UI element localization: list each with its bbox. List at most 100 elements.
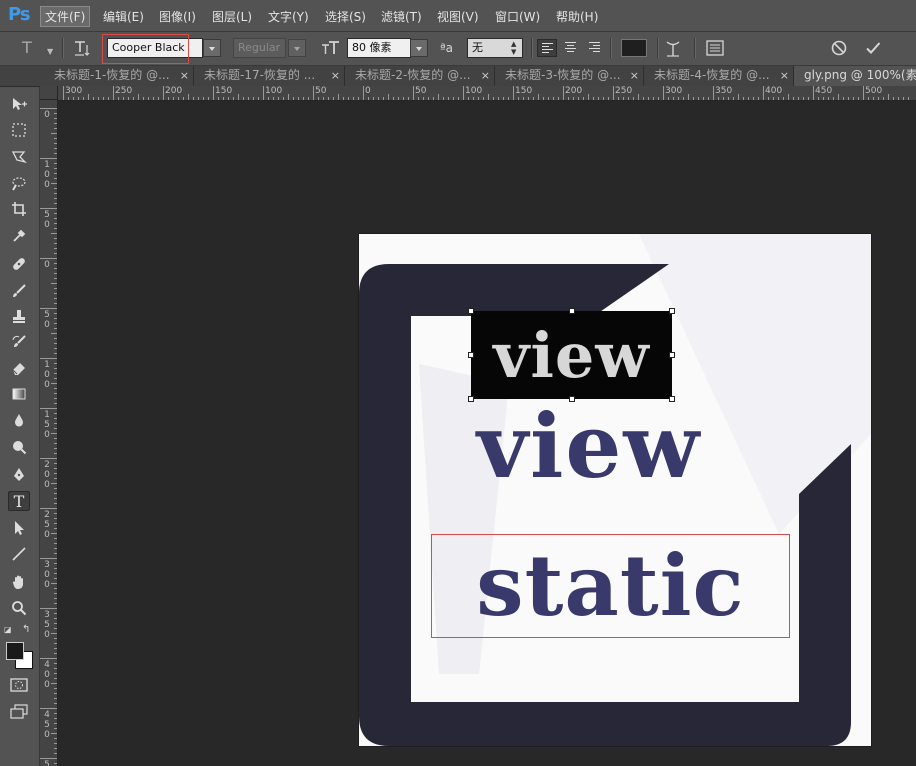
type-tool-icon[interactable]: T: [8, 491, 30, 511]
menu-image[interactable]: 图像(I): [159, 8, 196, 25]
document-tab-active[interactable]: gly.png @ 100%(素...: [794, 66, 916, 86]
font-family-dropdown[interactable]: [203, 39, 221, 57]
zoom-tool-icon[interactable]: [8, 598, 30, 618]
document-tab[interactable]: 未标题-2-恢复的 @... ×: [345, 66, 495, 86]
transform-handle[interactable]: [669, 308, 675, 314]
font-size-field[interactable]: 80 像素: [347, 38, 411, 58]
horizontal-ruler[interactable]: 300 250 200 150 100 50 0 50 100 150 200 250 300 350 40…: [58, 86, 916, 101]
type-tool-preset-icon[interactable]: T: [22, 40, 32, 56]
chevron-updown-icon[interactable]: ▲ ▼: [511, 40, 516, 56]
ruler-tick: [603, 97, 604, 100]
close-icon[interactable]: ×: [630, 66, 639, 85]
align-left-button[interactable]: [537, 39, 557, 57]
transform-handle[interactable]: [468, 308, 474, 314]
cancel-edit-icon[interactable]: [830, 39, 848, 62]
swap-colors-icon[interactable]: ↰: [22, 624, 30, 635]
text-orientation-icon[interactable]: [73, 40, 91, 62]
marquee-tool-icon[interactable]: [8, 120, 30, 140]
ruler-tick: [303, 97, 304, 100]
close-icon[interactable]: ×: [481, 66, 490, 85]
brush-tool-icon[interactable]: [8, 281, 30, 301]
eraser-tool-icon[interactable]: [8, 358, 30, 378]
transform-handle[interactable]: [569, 308, 575, 314]
menu-select[interactable]: 选择(S): [325, 8, 366, 25]
font-style-field[interactable]: Regular: [233, 38, 286, 58]
ruler-tick: [78, 97, 79, 100]
screen-mode-icon[interactable]: [10, 704, 28, 724]
ruler-tick: [683, 97, 684, 100]
ruler-tick: [658, 97, 659, 100]
menu-layer[interactable]: 图层(L): [212, 8, 252, 25]
document-tab[interactable]: 未标题-1-恢复的 @... ×: [44, 66, 194, 86]
font-size-dropdown[interactable]: [410, 39, 428, 57]
ruler-tick: [54, 113, 57, 114]
ruler-tick: [613, 86, 614, 100]
ruler-tick: [123, 97, 124, 100]
healing-brush-tool-icon[interactable]: [8, 254, 30, 274]
pen-tool-icon[interactable]: [8, 465, 30, 485]
align-right-button[interactable]: [585, 39, 605, 57]
ruler-tick: [423, 97, 424, 100]
chevron-down-icon[interactable]: ▼: [47, 44, 53, 60]
ruler-tick: [753, 97, 754, 100]
document-tab[interactable]: 未标题-3-恢复的 @... ×: [495, 66, 644, 86]
transform-handle[interactable]: [669, 352, 675, 358]
warp-text-icon[interactable]: [664, 39, 682, 63]
menu-filter[interactable]: 滤镜(T): [381, 8, 422, 25]
character-panel-icon[interactable]: [706, 40, 724, 61]
close-icon[interactable]: ×: [180, 66, 189, 85]
document-tab[interactable]: 未标题-17-恢复的 ... ×: [194, 66, 345, 86]
crop-tool-icon[interactable]: [8, 199, 30, 219]
menu-help[interactable]: 帮助(H): [556, 8, 598, 25]
ruler-origin[interactable]: [40, 86, 58, 100]
ruler-tick: [373, 97, 374, 100]
dodge-tool-icon[interactable]: [8, 437, 30, 457]
quick-selection-tool-icon[interactable]: [8, 173, 30, 193]
ruler-tick: [778, 97, 779, 100]
move-tool-icon[interactable]: [8, 94, 30, 114]
menu-view[interactable]: 视图(V): [437, 8, 479, 25]
foreground-color-swatch[interactable]: [6, 642, 24, 660]
menu-type[interactable]: 文字(Y): [268, 8, 309, 25]
menu-edit[interactable]: 编辑(E): [103, 8, 144, 25]
font-style-dropdown[interactable]: [288, 39, 306, 57]
document-tab[interactable]: 未标题-4-恢复的 @... ×: [644, 66, 794, 86]
ruler-tick: [598, 97, 599, 100]
ruler-tick: [648, 97, 649, 100]
lasso-tool-icon[interactable]: [8, 147, 30, 167]
close-icon[interactable]: ×: [780, 66, 789, 85]
close-icon[interactable]: ×: [331, 66, 340, 85]
blur-tool-icon[interactable]: [8, 410, 30, 430]
line-tool-icon[interactable]: [8, 544, 30, 564]
ruler-tick: [54, 498, 57, 499]
transform-handle[interactable]: [669, 396, 675, 402]
default-colors-icon[interactable]: ◪: [4, 625, 12, 634]
clone-stamp-tool-icon[interactable]: [8, 307, 30, 327]
hand-tool-icon[interactable]: [8, 572, 30, 592]
gradient-tool-icon[interactable]: [8, 384, 30, 404]
commit-edit-icon[interactable]: [864, 39, 882, 62]
quick-mask-icon[interactable]: [10, 677, 28, 696]
menu-file[interactable]: 文件(F): [40, 6, 91, 27]
ruler-label: 450: [44, 710, 50, 740]
ruler-tick: [393, 97, 394, 100]
ruler-tick: [638, 94, 639, 100]
history-brush-tool-icon[interactable]: [8, 332, 30, 352]
vertical-ruler[interactable]: 010050050100150200250300350400450500: [40, 100, 58, 766]
path-selection-tool-icon[interactable]: [8, 518, 30, 538]
ruler-tick: [608, 97, 609, 100]
transform-handle[interactable]: [468, 352, 474, 358]
transform-handle[interactable]: [569, 396, 575, 402]
text-layer-view[interactable]: view: [436, 396, 742, 496]
ruler-tick: [868, 97, 869, 100]
text-color-swatch[interactable]: [621, 39, 647, 57]
ruler-tick: [54, 598, 57, 599]
eyedropper-tool-icon[interactable]: [8, 226, 30, 246]
align-center-button[interactable]: [561, 39, 581, 57]
ruler-tick: [54, 248, 57, 249]
ruler-tick: [768, 97, 769, 100]
text-layer-view-selected[interactable]: view: [471, 312, 672, 400]
transform-handle[interactable]: [468, 396, 474, 402]
menu-window[interactable]: 窗口(W): [495, 8, 540, 25]
ruler-tick: [693, 97, 694, 100]
